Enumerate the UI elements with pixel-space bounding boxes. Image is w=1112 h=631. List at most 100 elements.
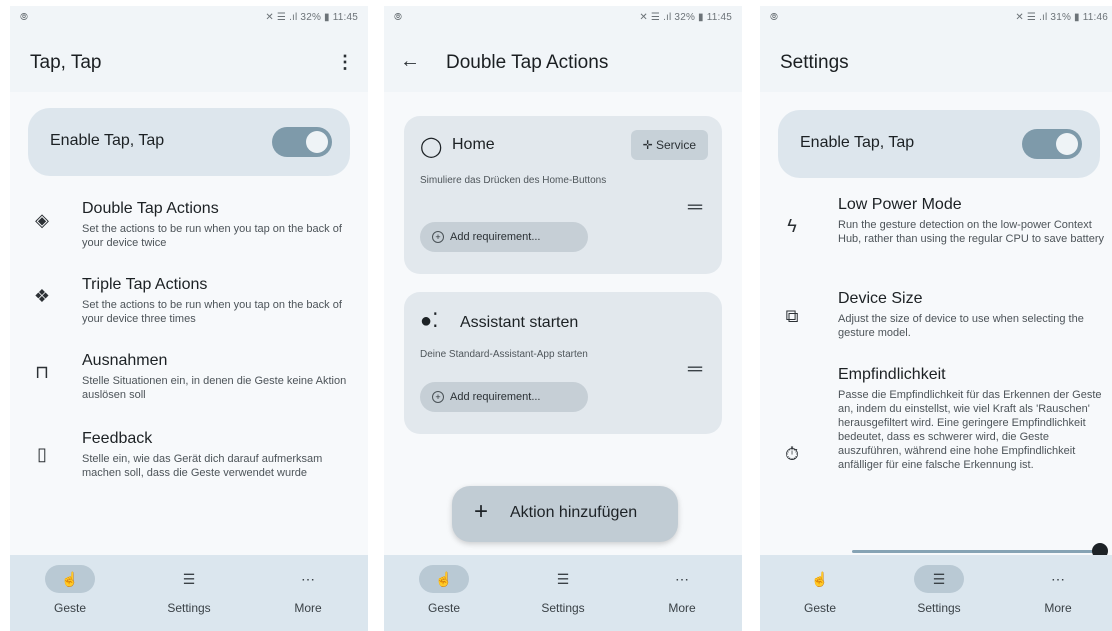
status-icons: ✕ ☰ .ıl 32% ▮ 11:45 — [639, 12, 732, 23]
nav-settings[interactable]: ☰ Settings — [889, 565, 989, 625]
nav-geste[interactable]: ☝ Geste — [770, 565, 870, 625]
tune-icon: ☰ — [914, 565, 964, 593]
overflow-menu-icon[interactable]: ⋮ — [336, 52, 354, 73]
add-requirement-label: Add requirement... — [450, 231, 541, 243]
plus-icon: + — [474, 498, 489, 525]
item-title: Feedback — [82, 430, 153, 447]
add-action-fab[interactable]: + Aktion hinzufügen — [452, 486, 678, 542]
add-requirement-button[interactable]: + Add requirement... — [420, 222, 588, 252]
bottom-nav: ☝ Geste ☰ Settings ⋯ More — [384, 555, 742, 631]
back-arrow-icon[interactable]: ← — [400, 50, 420, 73]
layers-stack-icon: ❖ — [33, 286, 51, 306]
action-title: Assistant starten — [460, 314, 579, 331]
nav-label: Geste — [427, 601, 460, 615]
add-requirement-label: Add requirement... — [450, 391, 541, 403]
add-requirement-button[interactable]: + Add requirement... — [420, 382, 588, 412]
status-indicator: ⦾ — [770, 12, 778, 23]
home-circle-icon: ◯ — [420, 136, 443, 158]
item-double-tap-actions[interactable]: ◈ Double Tap Actions Set the actions to … — [10, 196, 368, 256]
status-bar: ⦾ ✕ ☰ .ıl 32% ▮ 11:45 — [384, 6, 742, 30]
page-title: Settings — [780, 52, 849, 73]
toggle-knob — [1056, 133, 1078, 155]
enable-label: Enable Tap, Tap — [50, 132, 165, 149]
action-card-home[interactable]: ◯ Home ✛ Service Simuliere das Drücken d… — [404, 116, 722, 274]
app-bar: ← Double Tap Actions — [384, 36, 742, 92]
enable-label: Enable Tap, Tap — [800, 134, 915, 151]
item-ausnahmen[interactable]: ⊓ Ausnahmen Stelle Situationen ein, in d… — [10, 348, 368, 408]
item-subtitle: Set the actions to be run when you tap o… — [82, 299, 342, 325]
setting-sensitivity[interactable]: ⏱ Empfindlichkeit Passe die Empfindlichk… — [760, 362, 1112, 534]
item-title: Triple Tap Actions — [82, 276, 208, 293]
app-bar: Tap, Tap ⋮ — [10, 36, 368, 92]
page-title: Double Tap Actions — [446, 52, 609, 73]
screen-settings: ⦾ ✕ ☰ .ıl 31% ▮ 11:46 Settings Enable Ta… — [760, 6, 1112, 631]
nav-more[interactable]: ⋯ More — [258, 565, 358, 625]
vibration-icon: ▯ — [37, 444, 47, 464]
bottom-nav: ☝ Geste ☰ Settings ⋯ More — [10, 555, 368, 631]
enable-toggle[interactable] — [1022, 129, 1082, 159]
add-circle-icon: + — [432, 391, 444, 403]
status-icons: ✕ ☰ .ıl 31% ▮ 11:46 — [1015, 12, 1108, 23]
setting-title: Empfindlichkeit — [838, 366, 946, 383]
more-icon: ⋯ — [1051, 571, 1065, 587]
status-indicator: ⦾ — [394, 12, 402, 23]
toggle-knob — [306, 131, 328, 153]
nav-label: More — [294, 601, 322, 615]
gate-icon: ⊓ — [34, 362, 50, 382]
setting-title: Low Power Mode — [838, 196, 962, 213]
service-chip-label: Service — [655, 138, 696, 152]
screen-tap-tap: ⦾ ✕ ☰ .ıl 32% ▮ 11:45 Tap, Tap ⋮ Enable … — [10, 6, 368, 631]
item-triple-tap-actions[interactable]: ❖ Triple Tap Actions Set the actions to … — [10, 272, 368, 332]
status-icons: ✕ ☰ .ıl 32% ▮ 11:45 — [265, 12, 358, 23]
nav-label: Settings — [917, 601, 961, 615]
gesture-icon: ☝ — [811, 571, 829, 587]
drag-handle-icon[interactable]: ═ — [688, 196, 702, 219]
nav-label: Geste — [803, 601, 836, 615]
status-bar: ⦾ ✕ ☰ .ıl 31% ▮ 11:46 — [760, 6, 1112, 30]
action-subtitle: Deine Standard-Assistant-App starten — [420, 349, 588, 360]
service-chip[interactable]: ✛ Service — [630, 130, 708, 160]
nav-label: More — [668, 601, 696, 615]
timer-icon: ⏱ — [784, 444, 800, 464]
setting-subtitle: Run the gesture detection on the low-pow… — [838, 219, 1104, 245]
action-card-assistant[interactable]: ●⁚ Assistant starten Deine Standard-Assi… — [404, 292, 722, 434]
status-bar: ⦾ ✕ ☰ .ıl 32% ▮ 11:45 — [10, 6, 368, 30]
sensitivity-slider[interactable] — [852, 550, 1102, 553]
tune-icon: ☰ — [182, 571, 196, 587]
setting-low-power-mode[interactable]: ϟ Low Power Mode Run the gesture detecti… — [760, 190, 1112, 262]
nav-label: More — [1044, 601, 1072, 615]
status-indicator: ⦾ — [20, 12, 28, 23]
enable-card[interactable]: Enable Tap, Tap — [28, 108, 350, 176]
bolt-icon: ϟ — [787, 216, 797, 236]
setting-device-size[interactable]: ⧉ Device Size Adjust the size of device … — [760, 286, 1112, 342]
nav-more[interactable]: ⋯ More — [632, 565, 732, 625]
drag-handle-icon[interactable]: ═ — [688, 358, 702, 381]
device-resize-icon: ⧉ — [785, 306, 799, 326]
more-icon: ⋯ — [301, 571, 315, 587]
nav-geste[interactable]: ☝ Geste — [394, 565, 494, 625]
content-area: Enable Tap, Tap ϟ Low Power Mode Run the… — [760, 92, 1112, 559]
app-bar: Settings — [760, 36, 1112, 92]
screen-double-tap-actions: ⦾ ✕ ☰ .ıl 32% ▮ 11:45 ← Double Tap Actio… — [384, 6, 742, 631]
action-title: Home — [452, 136, 495, 153]
nav-label: Geste — [53, 601, 86, 615]
item-title: Ausnahmen — [82, 352, 168, 369]
gesture-icon: ☝ — [419, 565, 469, 593]
item-title: Double Tap Actions — [82, 200, 219, 217]
nav-more[interactable]: ⋯ More — [1008, 565, 1108, 625]
gesture-icon: ☝ — [45, 565, 95, 593]
enable-toggle[interactable] — [272, 127, 332, 157]
nav-geste[interactable]: ☝ Geste — [20, 565, 120, 625]
item-subtitle: Set the actions to be run when you tap o… — [82, 223, 342, 249]
content-area: Enable Tap, Tap ◈ Double Tap Actions Set… — [10, 92, 368, 555]
enable-card[interactable]: Enable Tap, Tap — [778, 110, 1100, 178]
add-circle-icon: + — [432, 231, 444, 243]
action-subtitle: Simuliere das Drücken des Home-Buttons — [420, 175, 607, 186]
item-subtitle: Stelle ein, wie das Gerät dich darauf au… — [82, 453, 323, 479]
nav-settings[interactable]: ☰ Settings — [513, 565, 613, 625]
nav-label: Settings — [541, 601, 585, 615]
item-feedback[interactable]: ▯ Feedback Stelle ein, wie das Gerät dic… — [10, 426, 368, 498]
nav-settings[interactable]: ☰ Settings — [139, 565, 239, 625]
tune-icon: ☰ — [556, 571, 570, 587]
bottom-nav: ☝ Geste ☰ Settings ⋯ More — [760, 555, 1112, 631]
